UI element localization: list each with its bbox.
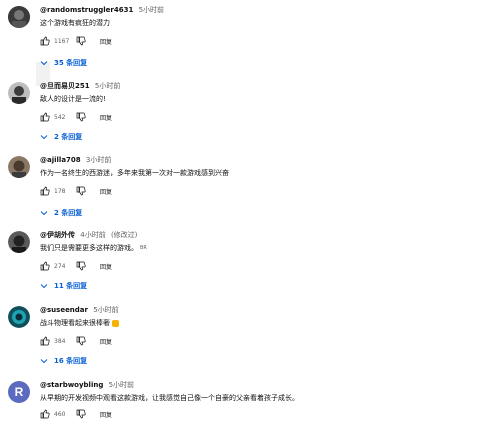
like-icon[interactable] xyxy=(40,336,50,346)
like-icon[interactable] xyxy=(40,36,50,46)
like-icon[interactable] xyxy=(40,409,50,419)
comment-time[interactable]: 3小时前 xyxy=(86,156,111,164)
like-icon[interactable] xyxy=(40,261,50,271)
comment-header: @ajilla708 3小时前 xyxy=(40,156,111,165)
replies-count-label: 16 条回复 xyxy=(54,357,88,365)
comment-header: @suseendar 5小时前 xyxy=(40,306,119,315)
fire-emoji-icon xyxy=(112,319,119,327)
text-tag: BR xyxy=(140,245,147,251)
reply-button[interactable]: 回复 xyxy=(100,187,112,196)
dislike-icon[interactable] xyxy=(76,336,86,346)
view-replies-button[interactable]: 35 条回复 xyxy=(40,57,87,69)
comment-actions: 178 回复 xyxy=(40,185,112,197)
comment-time[interactable]: 4小时前 xyxy=(80,231,105,239)
chevron-down-icon xyxy=(40,282,48,290)
comment-actions: 542 回复 xyxy=(40,111,112,123)
comment-text: 作为一名终生的西游迷，多年来我第一次对一款游戏感到兴奋 xyxy=(40,169,229,177)
reply-button[interactable]: 回复 xyxy=(100,113,112,122)
dislike-icon[interactable] xyxy=(76,409,86,419)
comment-author[interactable]: @suseendar xyxy=(40,306,88,314)
reply-button[interactable]: 回复 xyxy=(100,337,112,346)
comment-header: @伊胡外传 4小时前 (修改过) xyxy=(40,231,137,240)
comment-author[interactable]: @旦而易贝251 xyxy=(40,82,90,90)
avatar[interactable] xyxy=(8,6,30,28)
like-count: 178 xyxy=(54,187,66,195)
like-icon[interactable] xyxy=(40,186,50,196)
avatar[interactable] xyxy=(8,82,30,104)
view-replies-button[interactable]: 2 条回复 xyxy=(40,207,82,219)
comment-text-body: 我们只是需要更多这样的游戏。 xyxy=(40,244,138,252)
replies-count-label: 2 条回复 xyxy=(54,133,83,141)
comment-time[interactable]: 5小时前 xyxy=(109,381,134,389)
reply-button[interactable]: 回复 xyxy=(100,410,112,419)
reply-button[interactable]: 回复 xyxy=(100,262,112,271)
avatar[interactable] xyxy=(8,231,30,253)
dislike-icon[interactable] xyxy=(76,261,86,271)
comment-actions: 1167 回复 xyxy=(40,35,112,47)
dislike-icon[interactable] xyxy=(76,36,86,46)
comment-author[interactable]: @starbwoybling xyxy=(40,381,103,389)
comment-time[interactable]: 5小时前 xyxy=(93,306,118,314)
replies-count-label: 11 条回复 xyxy=(54,282,88,290)
comment-text: 战斗物理看起来很棒奢 xyxy=(40,318,119,328)
comment-header: @randomstruggler4631 5小时前 xyxy=(40,6,164,15)
avatar[interactable] xyxy=(8,306,30,328)
comment-author[interactable]: @ajilla708 xyxy=(40,156,81,164)
like-count: 274 xyxy=(54,262,66,270)
dislike-icon[interactable] xyxy=(76,186,86,196)
like-count: 384 xyxy=(54,337,66,345)
like-count: 1167 xyxy=(54,37,70,45)
view-replies-button[interactable]: 2 条回复 xyxy=(40,131,82,143)
chevron-down-icon xyxy=(40,209,48,217)
comment-actions: 384 回复 xyxy=(40,335,112,347)
comment-text: 从早期的开发视频中观看这款游戏，让我感觉自己像一个自豪的父亲看着孩子成长。 xyxy=(40,394,299,402)
comment-header: @starbwoybling 5小时前 xyxy=(40,381,134,390)
comment-actions: 460 回复 xyxy=(40,408,112,420)
comment-header: @旦而易贝251 5小时前 xyxy=(40,82,120,91)
reply-button[interactable]: 回复 xyxy=(100,37,112,46)
comment-text: 敌人的设计是一流的! xyxy=(40,95,106,103)
replies-count-label: 35 条回复 xyxy=(54,59,88,67)
view-replies-button[interactable]: 16 条回复 xyxy=(40,355,87,367)
chevron-down-icon xyxy=(40,357,48,365)
comment-author[interactable]: @伊胡外传 xyxy=(40,231,75,239)
chevron-down-icon xyxy=(40,59,48,67)
like-count: 542 xyxy=(54,113,66,121)
edited-label: (修改过) xyxy=(110,231,138,239)
chevron-down-icon xyxy=(40,133,48,141)
comment-text-body: 战斗物理看起来很棒奢 xyxy=(40,319,110,327)
avatar[interactable]: R xyxy=(8,381,30,403)
comment-author[interactable]: @randomstruggler4631 xyxy=(40,6,133,14)
comment-time[interactable]: 5小时前 xyxy=(139,6,164,14)
replies-count-label: 2 条回复 xyxy=(54,209,83,217)
avatar[interactable] xyxy=(8,156,30,178)
comment-time[interactable]: 5小时前 xyxy=(95,82,120,90)
dislike-icon[interactable] xyxy=(76,112,86,122)
comment-text: 这个游戏有疯狂的潜力 xyxy=(40,19,110,27)
comment-actions: 274 回复 xyxy=(40,260,112,272)
like-icon[interactable] xyxy=(40,112,50,122)
comment-text: 我们只是需要更多这样的游戏。 BR xyxy=(40,243,147,253)
view-replies-button[interactable]: 11 条回复 xyxy=(40,280,87,292)
like-count: 460 xyxy=(54,410,66,418)
